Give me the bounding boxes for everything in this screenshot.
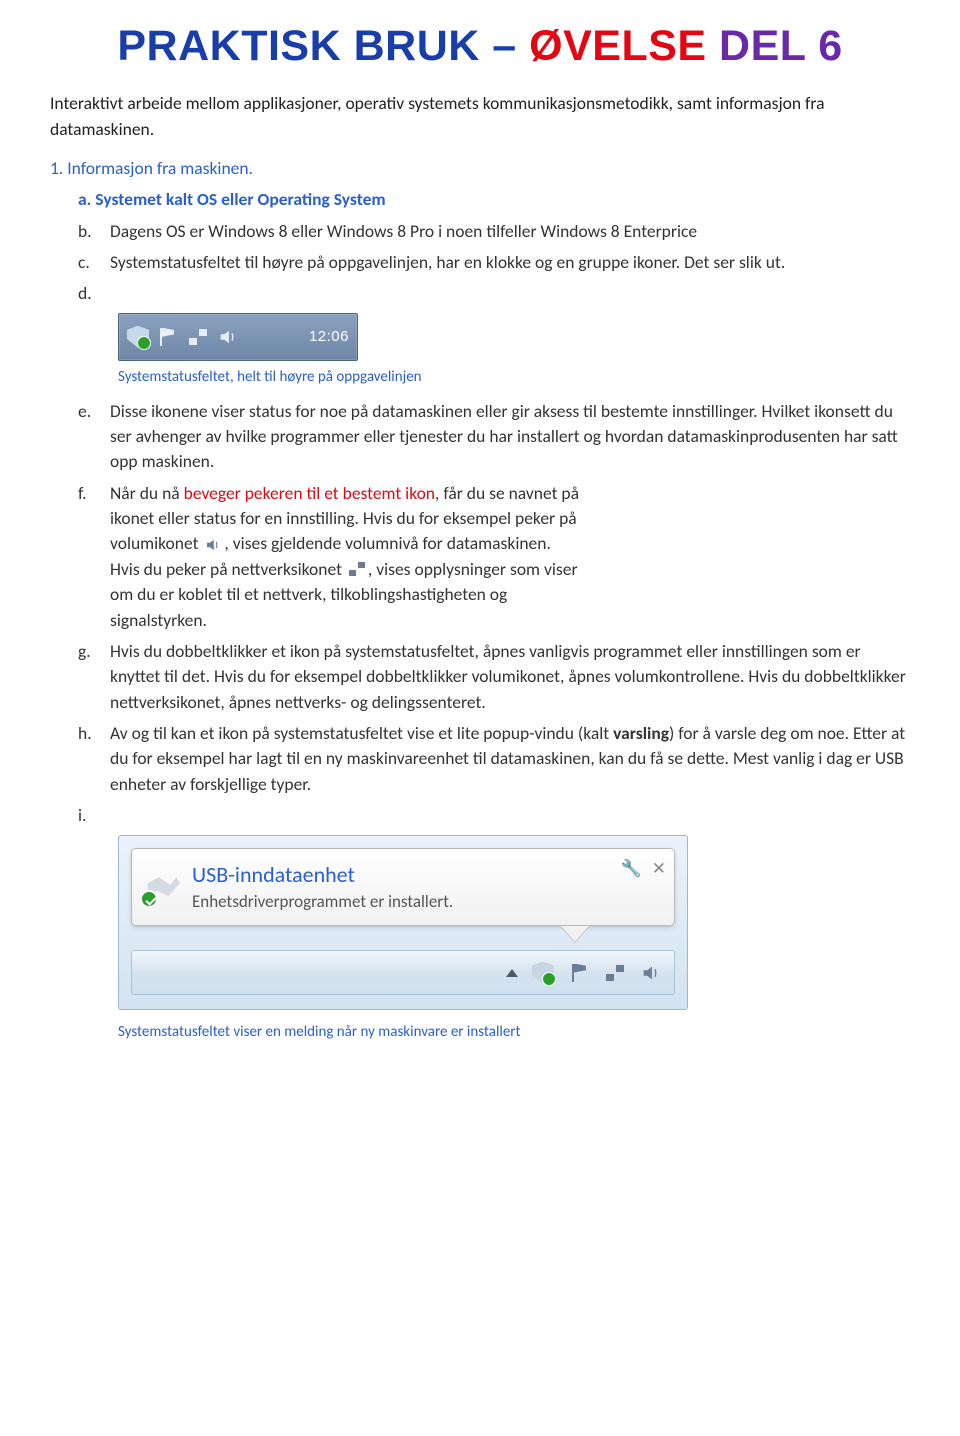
notification-balloon: 🔧 ✕ USB-inndataenhet Enhetsdriverprogram… [131, 848, 675, 927]
speaker-icon [217, 326, 239, 348]
item-d-label: d. [78, 281, 96, 306]
section-1-text: Informasjon fra maskinen. [67, 157, 253, 179]
chevron-up-icon [506, 969, 518, 977]
taskbar-network-icon [604, 962, 626, 984]
flag-icon [157, 326, 179, 348]
item-g: g. Hvis du dobbeltklikker et ikon på sys… [78, 639, 910, 715]
item-b-label: b. [78, 219, 96, 244]
network-icon [187, 326, 209, 348]
item-f-label: f. [78, 481, 96, 633]
item-b-text: Dagens OS er Windows 8 eller Windows 8 P… [110, 219, 910, 244]
item-h-bold: varsling [613, 722, 669, 744]
item-f-t1: Når du nå [110, 482, 184, 504]
system-tray-screenshot: 12:06 [118, 313, 358, 361]
speaker-inline-icon [204, 534, 222, 552]
item-i-label: i. [78, 803, 96, 828]
taskbar-speaker-icon [640, 962, 662, 984]
balloon-screenshot: 🔧 ✕ USB-inndataenhet Enhetsdriverprogram… [118, 835, 910, 1011]
item-c-label: c. [78, 250, 96, 275]
item-f-highlight: beveger pekeren til et bestemt ikon [184, 482, 435, 504]
item-h-t1: Av og til kan et ikon på systemstatusfel… [110, 722, 613, 744]
page-title: PRAKTISK BRUK – ØVELSE DEL 6 [50, 24, 910, 69]
item-f: f. Når du nå beveger pekeren til et best… [78, 481, 910, 633]
section-1-label: 1. [50, 157, 63, 179]
title-part-1: PRAKTISK BRUK – [117, 22, 516, 70]
item-d: d. [78, 281, 910, 306]
item-c: c. Systemstatusfeltet til høyre på oppga… [78, 250, 910, 275]
network-inline-icon [348, 560, 366, 578]
item-g-label: g. [78, 639, 96, 715]
balloon-text: Enhetsdriverprogrammet er installert. [192, 890, 662, 915]
balloon-caption: Systemstatusfeltet viser en melding når … [118, 1022, 910, 1044]
item-e-text: Disse ikonene viser status for noe på da… [110, 399, 910, 475]
item-g-text: Hvis du dobbeltklikker et ikon på system… [110, 639, 910, 715]
item-b: b. Dagens OS er Windows 8 eller Windows … [78, 219, 910, 244]
balloon-tail [561, 926, 589, 942]
taskbar-shield-icon [532, 962, 554, 984]
section-1-heading: 1. Informasjon fra maskinen. [50, 156, 910, 181]
item-i: i. [78, 803, 910, 828]
item-a: a. Systemet kalt OS eller Operating Syst… [78, 187, 910, 212]
wrench-icon: 🔧 [621, 857, 642, 882]
title-part-3: DEL 6 [719, 22, 843, 70]
shield-icon [127, 326, 149, 348]
close-icon: ✕ [652, 857, 666, 882]
check-icon [140, 890, 158, 908]
tray-caption: Systemstatusfeltet, helt til høyre på op… [118, 367, 910, 389]
title-part-2: ØVELSE [529, 22, 706, 70]
item-a-text: Systemet kalt OS eller Operating System [95, 188, 385, 210]
intro-paragraph: Interaktivt arbeide mellom applikasjoner… [50, 91, 910, 142]
taskbar-flag-icon [568, 962, 590, 984]
balloon-title: USB-inndataenhet [192, 859, 662, 891]
item-a-label: a. [78, 188, 91, 210]
item-h-label: h. [78, 721, 96, 797]
item-h: h. Av og til kan et ikon på systemstatus… [78, 721, 910, 797]
item-e-label: e. [78, 399, 96, 475]
taskbar [131, 950, 675, 995]
tray-clock: 12:06 [309, 329, 349, 344]
item-e: e. Disse ikonene viser status for noe på… [78, 399, 910, 475]
item-c-text: Systemstatusfeltet til høyre på oppgavel… [110, 250, 910, 275]
